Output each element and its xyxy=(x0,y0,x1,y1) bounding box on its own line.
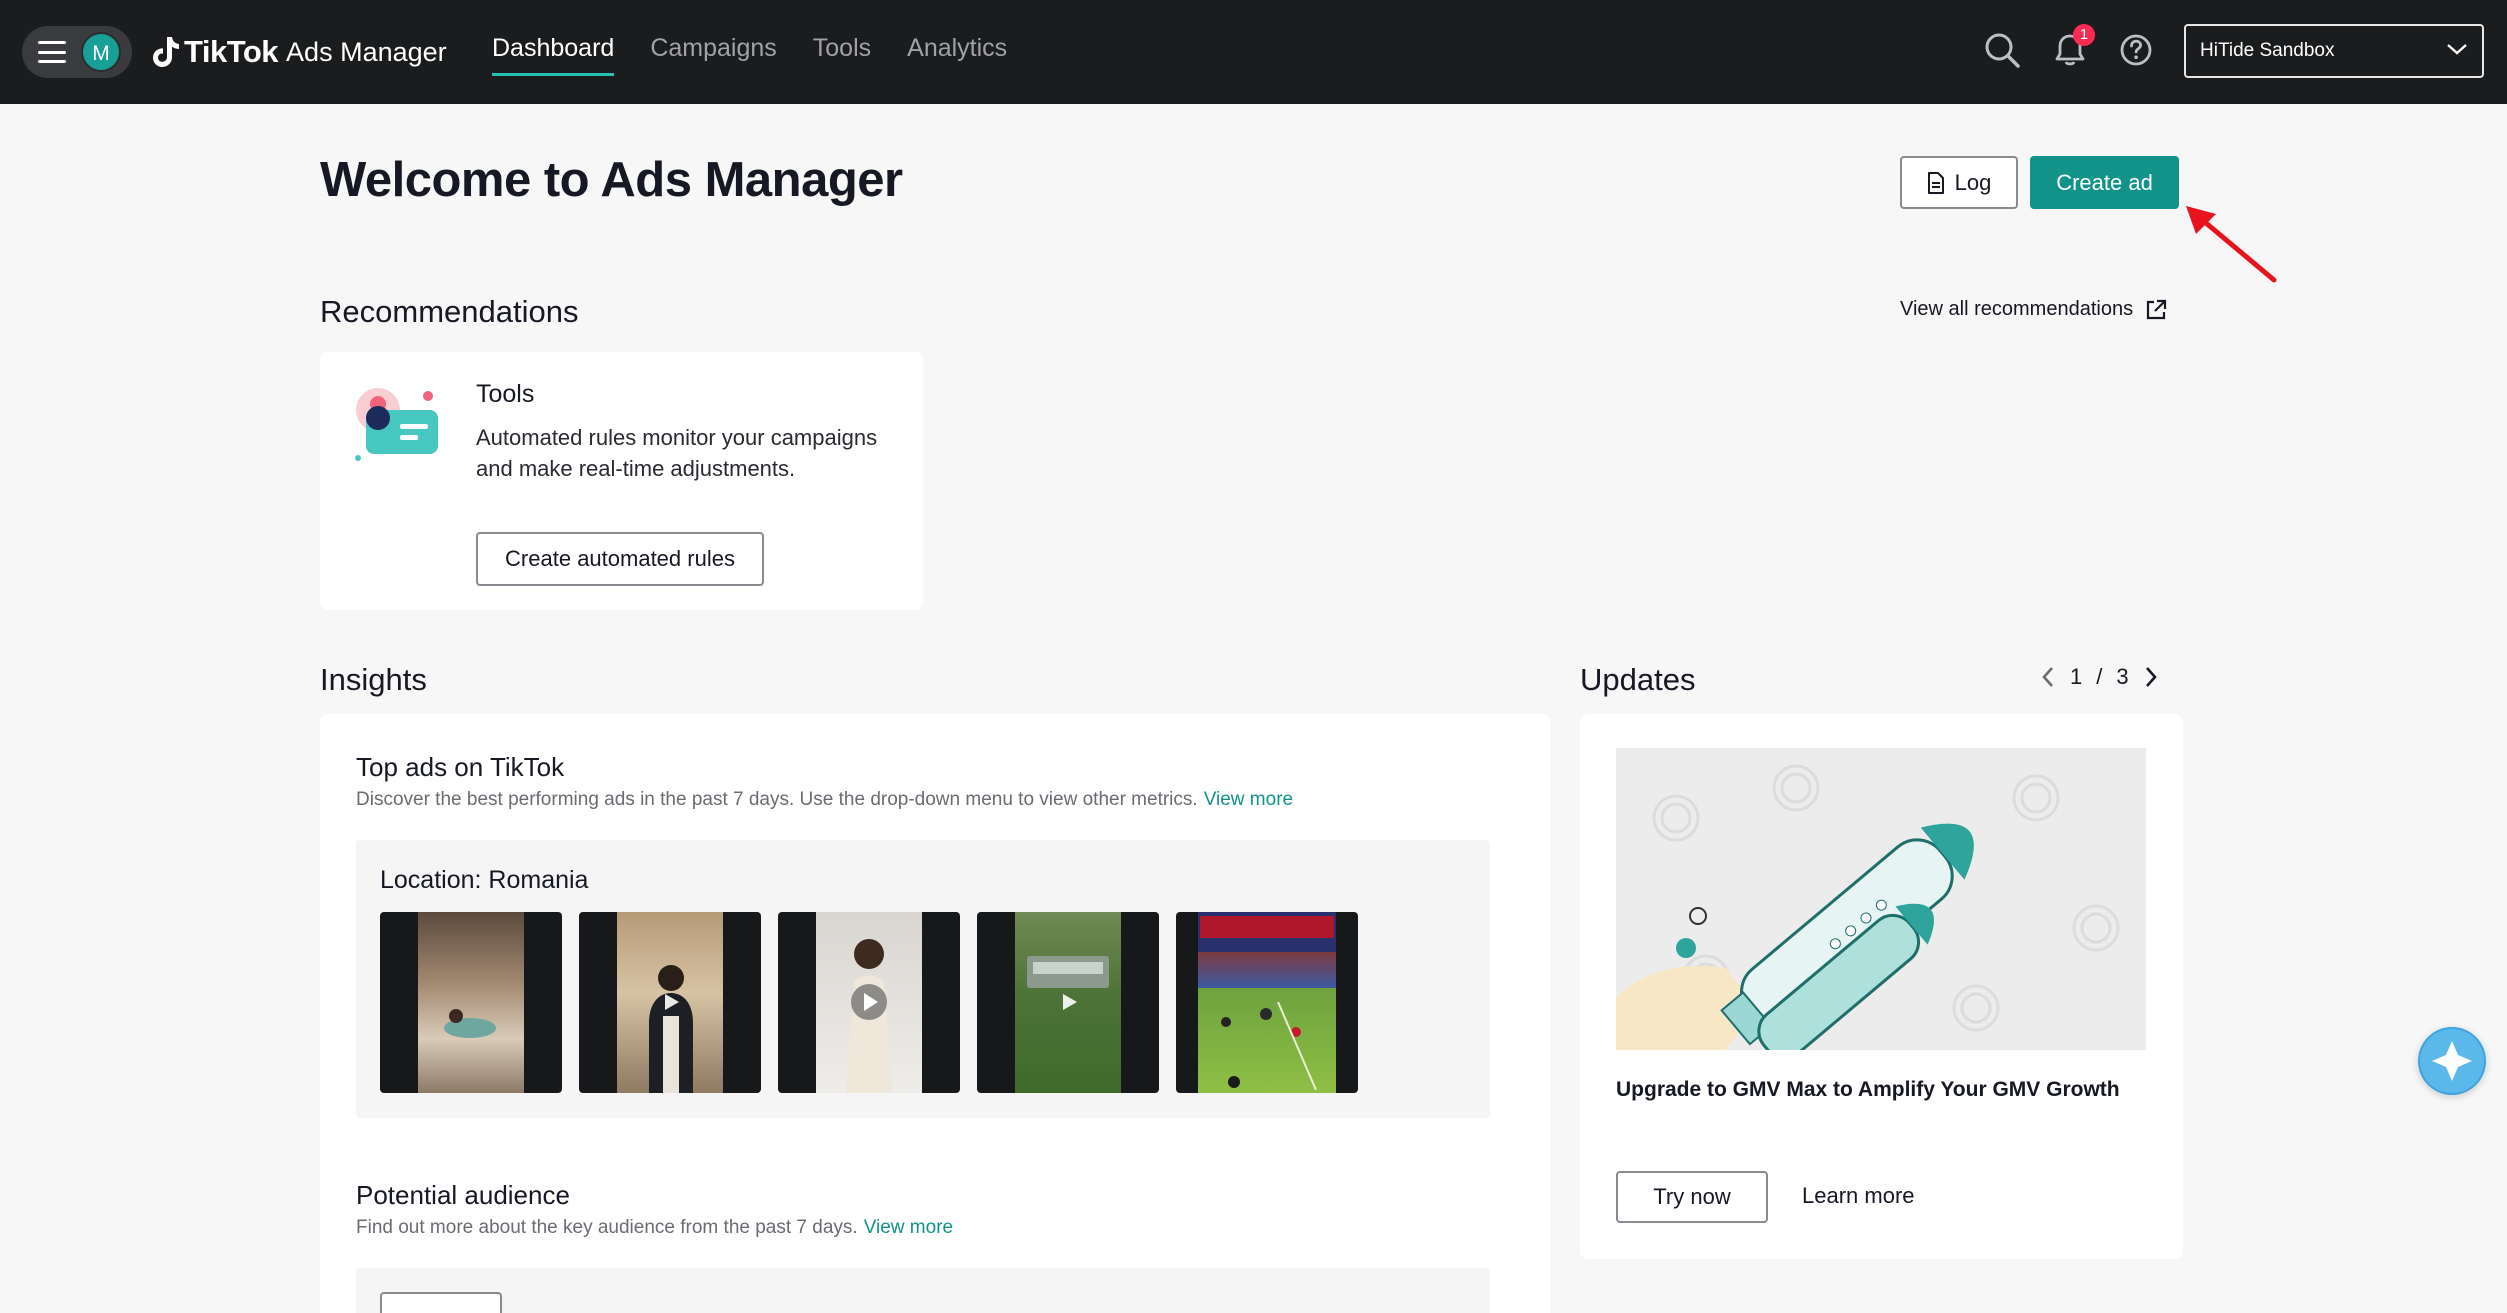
nav-tab-dashboard[interactable]: Dashboard xyxy=(492,34,615,76)
top-ads-description-text: Discover the best performing ads in the … xyxy=(356,789,1198,810)
create-automated-rules-button[interactable]: Create automated rules xyxy=(476,532,764,586)
menu-toggle[interactable]: M xyxy=(22,26,132,78)
learn-more-link[interactable]: Learn more xyxy=(1802,1183,1915,1209)
potential-audience-panel xyxy=(356,1268,1490,1313)
log-button-label: Log xyxy=(1954,169,1992,195)
update-title: Upgrade to GMV Max to Amplify Your GMV G… xyxy=(1616,1078,2120,1101)
ad-video-thumbnail[interactable] xyxy=(579,912,761,1093)
headline-banner xyxy=(1200,916,1334,938)
soccer-players xyxy=(1221,1002,1317,1090)
top-ads-description: Discover the best performing ads in the … xyxy=(356,789,1293,811)
nav-tab-campaigns[interactable]: Campaigns xyxy=(650,34,776,76)
potential-audience-description-text: Find out more about the key audience fro… xyxy=(356,1217,858,1238)
automated-rules-illustration-icon xyxy=(355,388,438,461)
chevron-left-icon[interactable] xyxy=(2040,665,2056,689)
play-icon xyxy=(1063,994,1077,1010)
create-ad-button[interactable]: Create ad xyxy=(2030,156,2179,209)
recommendations-heading: Recommendations xyxy=(320,294,579,329)
top-navigation-bar: M TikTok Ads Manager Dashboard Campaigns… xyxy=(0,0,2507,104)
hamburger-icon[interactable] xyxy=(38,41,66,63)
tiktok-ads-manager-logo[interactable]: TikTok Ads Manager xyxy=(150,30,447,74)
create-automated-rules-label: Create automated rules xyxy=(505,546,735,571)
updates-banner-image[interactable] xyxy=(1616,748,2146,1050)
try-now-button[interactable]: Try now xyxy=(1616,1171,1768,1223)
log-button[interactable]: Log xyxy=(1900,156,2018,209)
pager-current: 1 xyxy=(2070,664,2083,689)
rocket-illustration xyxy=(1616,764,2120,1050)
person-silhouette xyxy=(649,965,693,1093)
brand-name: TikTok xyxy=(184,34,279,69)
view-all-recommendations-link[interactable]: View all recommendations xyxy=(1900,298,2167,321)
updates-pager: 1 / 3 xyxy=(2040,664,2159,690)
ad-video-thumbnail[interactable] xyxy=(778,912,960,1093)
ad-video-thumbnail[interactable] xyxy=(977,912,1159,1093)
updates-heading: Updates xyxy=(1580,662,1696,697)
external-link-icon xyxy=(2146,299,2167,319)
ad-video-thumbnail[interactable] xyxy=(1176,912,1358,1093)
document-icon xyxy=(1927,171,1944,194)
top-ads-title: Top ads on TikTok xyxy=(356,752,565,782)
annotation-arrow xyxy=(2186,206,2277,283)
person-silhouette xyxy=(444,1009,496,1038)
location-label: Location: Romania xyxy=(380,866,589,894)
nav-tab-tools[interactable]: Tools xyxy=(813,34,871,76)
tram-shape xyxy=(1027,956,1109,988)
page-title: Welcome to Ads Manager xyxy=(320,153,903,207)
audience-dropdown[interactable] xyxy=(380,1292,502,1313)
chevron-right-icon[interactable] xyxy=(2143,665,2159,689)
account-name: HiTide Sandbox xyxy=(2200,40,2335,61)
chevron-down-icon xyxy=(2447,44,2467,55)
pager-total: 3 xyxy=(2116,664,2129,689)
try-now-label: Try now xyxy=(1653,1184,1731,1209)
create-ad-button-label: Create ad xyxy=(2056,169,2153,195)
brand-subtitle: Ads Manager xyxy=(286,36,447,67)
pager-separator: / xyxy=(2096,664,2103,689)
tiktok-logo-icon xyxy=(153,37,179,67)
tools-card-title: Tools xyxy=(476,380,535,408)
assistant-floating-button[interactable] xyxy=(2418,1027,2486,1095)
insights-heading: Insights xyxy=(320,662,427,697)
main-nav: Dashboard Campaigns Tools Analytics xyxy=(492,34,1043,76)
ad-video-thumbnail[interactable] xyxy=(380,912,562,1093)
user-avatar[interactable]: M xyxy=(81,32,121,72)
top-ads-view-more-link[interactable]: View more xyxy=(1204,789,1293,810)
account-selector[interactable]: HiTide Sandbox xyxy=(2184,24,2484,78)
play-icon xyxy=(851,984,887,1020)
notification-badge: 1 xyxy=(2073,24,2095,46)
search-icon[interactable] xyxy=(1982,30,2022,70)
potential-audience-view-more-link[interactable]: View more xyxy=(864,1217,953,1238)
help-icon[interactable] xyxy=(2116,30,2156,70)
view-all-recommendations-label: View all recommendations xyxy=(1900,298,2134,320)
sparkle-icon xyxy=(2420,1029,2484,1093)
potential-audience-title: Potential audience xyxy=(356,1180,570,1210)
potential-audience-description: Find out more about the key audience fro… xyxy=(356,1217,953,1239)
play-icon xyxy=(665,994,679,1010)
nav-tab-analytics[interactable]: Analytics xyxy=(907,34,1007,76)
tools-card-description: Automated rules monitor your campaigns a… xyxy=(476,425,878,481)
